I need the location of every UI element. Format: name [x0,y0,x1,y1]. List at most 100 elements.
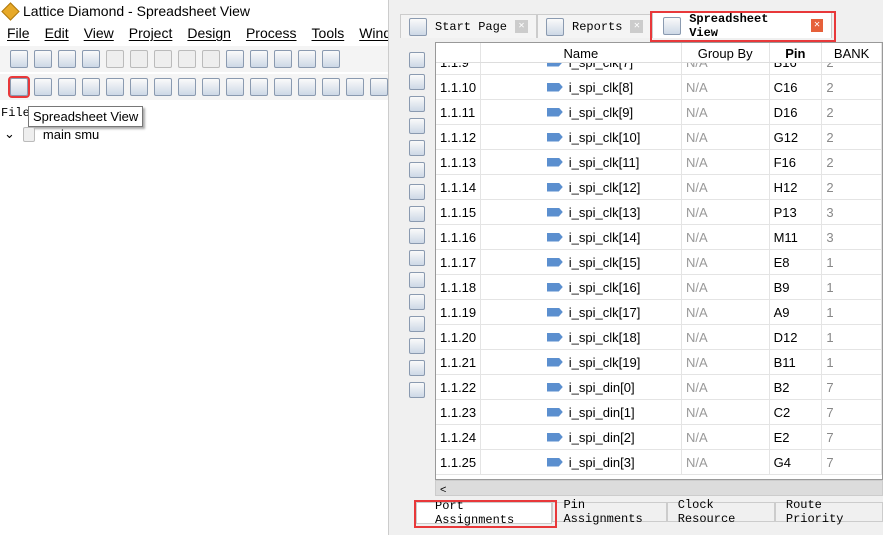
side-tool-icon[interactable] [409,360,425,376]
side-tool-icon[interactable] [409,382,425,398]
cell: i_spi_clk[14] [481,224,683,250]
menu-tools[interactable]: Tools [312,25,345,41]
cell: i_spi_din[3] [481,449,683,475]
tab-clock-resource[interactable]: Clock Resource [666,498,775,526]
menu-edit[interactable]: Edit [45,25,69,41]
table-row[interactable]: 1.1.11 i_spi_clk[9] N/A D16 2 [436,99,882,125]
toolbar-button-icon[interactable] [106,50,124,68]
tree-item[interactable]: ⌄ main smu [4,126,99,142]
side-tool-icon[interactable] [409,206,425,222]
side-tool-icon[interactable] [409,118,425,134]
toolbar-tool-icon[interactable] [34,78,52,96]
table-row[interactable]: 1.1.24 i_spi_din[2] N/A E2 7 [436,424,882,450]
cell: 1.1.24 [436,424,481,450]
table-row[interactable]: 1.1.19 i_spi_clk[17] N/A A9 1 [436,299,882,325]
toolbar-button-icon[interactable] [226,50,244,68]
cell: 1.1.21 [436,349,481,375]
side-tool-icon[interactable] [409,228,425,244]
tab-pin-assignments[interactable]: Pin Assignments [552,498,667,526]
toolbar-button-icon[interactable] [82,50,100,68]
cell: N/A [682,174,770,200]
cell: i_spi_clk[13] [481,199,683,225]
close-icon[interactable]: ✕ [515,20,529,33]
toolbar-button-icon[interactable] [322,50,340,68]
toolbar-tool-icon[interactable] [202,78,220,96]
toolbar-tool-icon[interactable] [370,78,388,96]
scroll-left-icon[interactable]: < [436,484,446,496]
table-row[interactable]: 1.1.17 i_spi_clk[15] N/A E8 1 [436,249,882,275]
port-table: NameGroup ByPinBANK 1.1.9i_spi_clk[7]N/A… [435,42,883,480]
table-row[interactable]: 1.1.16 i_spi_clk[14] N/A M11 3 [436,224,882,250]
table-row[interactable]: 1.1.18 i_spi_clk[16] N/A B9 1 [436,274,882,300]
side-tool-icon[interactable] [409,272,425,288]
side-tool-icon[interactable] [409,96,425,112]
tab-start-page[interactable]: Start Page ✕ [400,14,538,38]
side-tool-icon[interactable] [409,74,425,90]
menu-project[interactable]: Project [129,25,173,41]
toolbar-tool-icon[interactable] [130,78,148,96]
menu-design[interactable]: Design [187,25,231,41]
column-header[interactable]: Group By [682,43,770,62]
toolbar-tool-icon[interactable] [178,78,196,96]
toolbar-tool-icon[interactable] [322,78,340,96]
cell: 1.1.17 [436,249,481,275]
chevron-down-icon[interactable]: ⌄ [4,126,15,142]
spreadsheet-view-icon[interactable] [8,76,30,98]
toolbar-tool-icon[interactable] [154,78,172,96]
toolbar-tool-icon[interactable] [106,78,124,96]
toolbar-button-icon[interactable] [130,50,148,68]
toolbar-button-icon[interactable] [250,50,268,68]
menu-view[interactable]: View [84,25,114,41]
side-tool-icon[interactable] [409,140,425,156]
toolbar-tool-icon[interactable] [58,78,76,96]
column-header[interactable]: BANK [822,43,882,62]
side-tool-icon[interactable] [409,52,425,68]
table-row[interactable]: 1.1.12 i_spi_clk[10] N/A G12 2 [436,124,882,150]
toolbar-button-icon[interactable] [34,50,52,68]
toolbar-tool-icon[interactable] [274,78,292,96]
cell: M11 [770,224,823,250]
toolbar-tool-icon[interactable] [298,78,316,96]
toolbar-button-icon[interactable] [298,50,316,68]
cell: 2 [822,99,882,125]
menu-process[interactable]: Process [246,25,297,41]
side-tool-icon[interactable] [409,250,425,266]
toolbar-tool-icon[interactable] [226,78,244,96]
horizontal-scrollbar[interactable]: < [435,480,883,496]
port-icon [546,457,563,467]
table-row[interactable]: 1.1.10 i_spi_clk[8] N/A C16 2 [436,74,882,100]
table-row[interactable]: 1.1.25 i_spi_din[3] N/A G4 7 [436,449,882,475]
port-icon [546,232,563,242]
menu-file[interactable]: File [7,25,30,41]
table-row[interactable]: 1.1.23 i_spi_din[1] N/A C2 7 [436,399,882,425]
close-icon[interactable]: ✕ [630,20,644,33]
side-tool-icon[interactable] [409,294,425,310]
side-tool-icon[interactable] [409,316,425,332]
table-row[interactable]: 1.1.20 i_spi_clk[18] N/A D12 1 [436,324,882,350]
column-header[interactable] [436,43,481,62]
cell: 1.1.22 [436,374,481,400]
toolbar-button-icon[interactable] [178,50,196,68]
column-header[interactable]: Name [481,43,682,62]
toolbar-button-icon[interactable] [154,50,172,68]
table-row[interactable]: 1.1.22 i_spi_din[0] N/A B2 7 [436,374,882,400]
cell: 2 [822,124,882,150]
toolbar-button-icon[interactable] [58,50,76,68]
tab-route-priority[interactable]: Route Priority [774,498,883,526]
toolbar-tool-icon[interactable] [346,78,364,96]
toolbar-button-icon[interactable] [10,50,28,68]
table-row[interactable]: 1.1.15 i_spi_clk[13] N/A P13 3 [436,199,882,225]
toolbar-button-icon[interactable] [202,50,220,68]
toolbar-tool-icon[interactable] [250,78,268,96]
cell: i_spi_clk[8] [481,74,683,100]
side-tool-icon[interactable] [409,162,425,178]
toolbar-button-icon[interactable] [274,50,292,68]
side-tool-icon[interactable] [409,338,425,354]
column-header[interactable]: Pin [770,43,823,62]
side-tool-icon[interactable] [409,184,425,200]
toolbar-tool-icon[interactable] [82,78,100,96]
table-row[interactable]: 1.1.13 i_spi_clk[11] N/A F16 2 [436,149,882,175]
table-row[interactable]: 1.1.14 i_spi_clk[12] N/A H12 2 [436,174,882,200]
table-row[interactable]: 1.1.21 i_spi_clk[19] N/A B11 1 [436,349,882,375]
tab-reports[interactable]: Reports ✕ [537,14,653,38]
